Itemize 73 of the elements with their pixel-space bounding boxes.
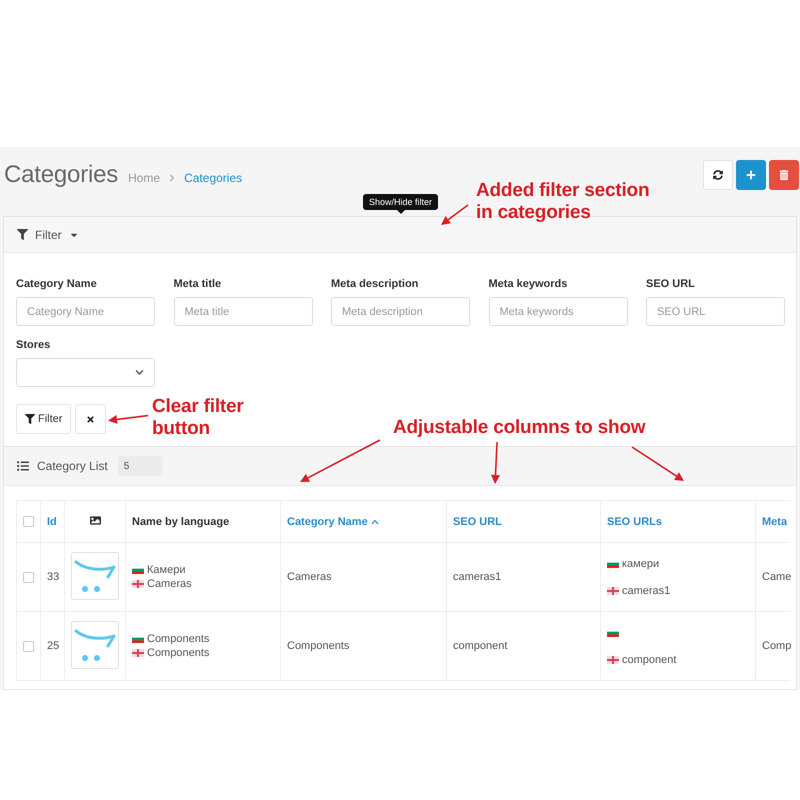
panel-title: Category List <box>37 459 108 473</box>
count-badge: 5 <box>118 456 163 476</box>
field-label: Meta keywords <box>488 278 568 291</box>
field-label: Meta title <box>174 278 222 291</box>
language-name: Components <box>147 647 210 659</box>
row-checkbox[interactable] <box>23 572 34 582</box>
annotation-text: Clear filter button <box>152 396 244 440</box>
trash-icon <box>779 170 789 180</box>
select-field[interactable] <box>16 358 155 387</box>
table-cell: 25 <box>40 612 64 680</box>
input-field[interactable]: SEO URL <box>646 297 785 326</box>
column-header[interactable]: Id <box>47 516 57 528</box>
flag-icon <box>132 635 144 643</box>
input-field[interactable]: Meta description <box>331 297 470 326</box>
plus-icon <box>746 170 756 180</box>
cart-icon <box>71 552 119 600</box>
table-cell: 33 <box>40 542 64 612</box>
chevron-down-icon <box>135 368 144 377</box>
input-field[interactable]: Meta keywords <box>488 297 628 326</box>
clear-filter-button[interactable] <box>75 404 106 434</box>
flag-icon <box>132 566 144 574</box>
table-cell: Comp <box>756 612 790 680</box>
annotation-arrow <box>440 204 469 226</box>
field-label: Stores <box>16 339 52 352</box>
row-checkbox[interactable] <box>23 640 34 652</box>
filter-icon <box>25 414 35 424</box>
table-cell: cameras1 <box>446 542 600 612</box>
flag-icon <box>132 580 144 588</box>
filter-icon <box>17 229 28 240</box>
delete-button[interactable] <box>769 160 799 190</box>
seo-url-text: камери <box>622 558 660 570</box>
refresh-icon <box>713 170 723 180</box>
column-header[interactable]: SEO URLs <box>607 516 662 528</box>
input-field[interactable]: Meta title <box>174 297 312 326</box>
field-label: Category Name <box>16 278 98 291</box>
flag-icon <box>132 649 144 657</box>
table-cell: component <box>446 612 600 680</box>
flag-icon <box>607 586 619 594</box>
breadcrumb-link[interactable]: Home <box>128 171 160 185</box>
flag-icon <box>607 628 619 636</box>
cart-icon <box>71 620 119 668</box>
page-title: Categories <box>4 161 118 189</box>
refresh-button[interactable] <box>703 160 733 190</box>
column-header[interactable]: Category Name <box>287 516 379 528</box>
flag-icon <box>607 560 619 568</box>
annotation-arrow <box>490 441 501 485</box>
language-name: Cameras <box>147 578 192 590</box>
field-label: SEO URL <box>646 278 696 291</box>
table-cell: Cameras <box>280 542 446 612</box>
filter-toggle[interactable]: Filter <box>17 228 79 242</box>
tooltip: Show/Hide filter <box>363 194 438 214</box>
seo-url-text: cameras1 <box>622 584 670 596</box>
list-icon <box>17 460 29 472</box>
select-all-checkbox[interactable] <box>23 516 34 527</box>
column-header: Name by language <box>132 516 230 528</box>
field-label: Meta description <box>331 278 420 291</box>
table-cell: Components <box>280 612 446 680</box>
annotation-text: Added filter section in categories <box>476 180 650 224</box>
breadcrumb-link[interactable]: Categories <box>184 171 242 185</box>
image-icon <box>90 514 100 526</box>
input-field[interactable]: Category Name <box>16 297 155 326</box>
flag-icon <box>607 656 619 664</box>
table-cell: Came <box>756 542 790 612</box>
language-name: Камери <box>147 564 186 576</box>
annotation-text: Adjustable columns to show <box>393 417 646 439</box>
annotation-arrow <box>631 446 685 482</box>
chevron-right-icon <box>168 174 176 182</box>
column-header[interactable]: SEO URL <box>453 516 502 528</box>
language-name: Components <box>147 633 210 645</box>
filter-button[interactable]: Filter <box>16 404 72 434</box>
seo-url-text: component <box>622 654 676 666</box>
close-icon <box>86 414 96 424</box>
annotation-arrow <box>107 414 149 426</box>
